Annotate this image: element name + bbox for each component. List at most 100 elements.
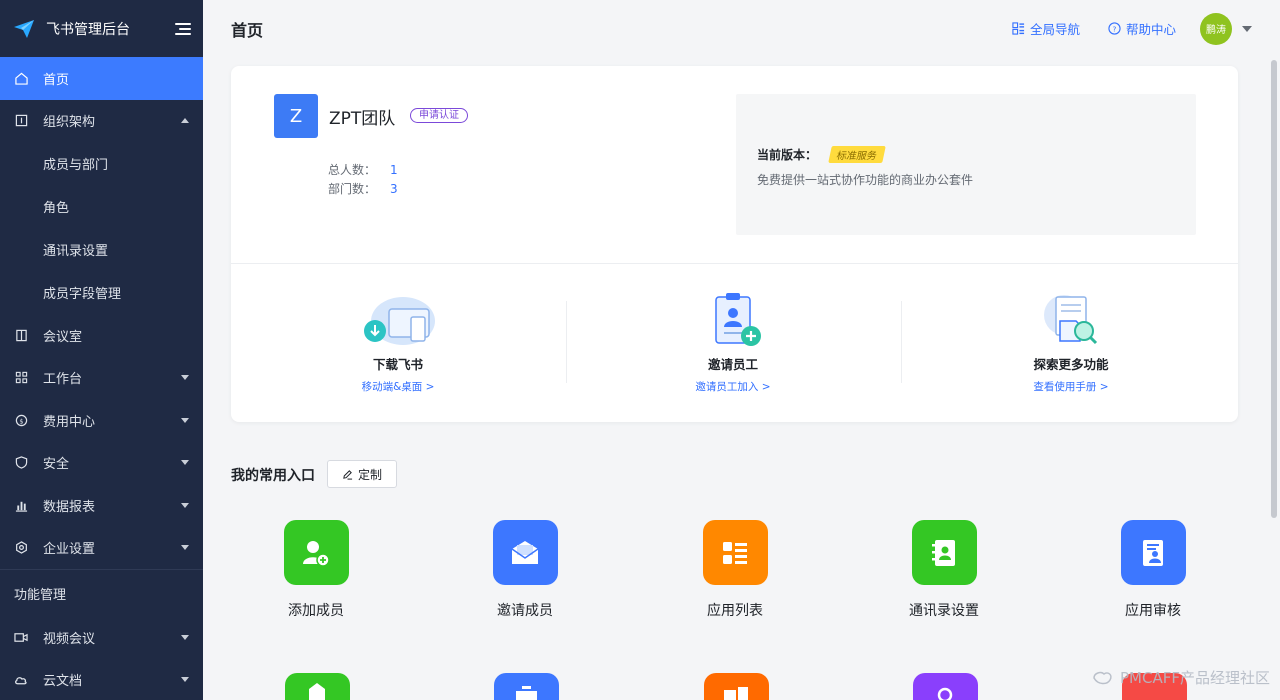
help-center-label: 帮助中心 [1125, 22, 1176, 37]
section-title: 我的常用入口 [231, 468, 315, 484]
page-title: 首页 [231, 20, 264, 40]
add-member-icon [283, 520, 349, 585]
version-panel: 当前版本： 标准服务 免费提供一站式协作功能的商业办公套件 [736, 94, 1196, 235]
cloud-icon [14, 673, 28, 687]
watermark: PMCAFF产品经理社区 [1092, 667, 1270, 688]
sidebar-item-org[interactable]: 组织架构 [0, 100, 203, 143]
chevron-down-icon [181, 375, 189, 381]
chevron-down-icon [181, 460, 189, 466]
shortcut-app-list[interactable]: 应用列表 [675, 520, 795, 620]
feature-download: 下载飞书 移动端&桌面 > [298, 291, 498, 394]
sidebar-item-reports[interactable]: 数据报表 [0, 484, 203, 527]
app-list-icon [702, 520, 768, 585]
sidebar-item-label: 工作台 [43, 372, 83, 388]
home-icon [14, 71, 28, 85]
sidebar-item-video-meeting[interactable]: 视频会议 [0, 616, 203, 659]
tag-icon [309, 683, 325, 700]
feature-separator [901, 301, 902, 383]
sidebar-item-cloud-docs[interactable]: 云文档 [0, 659, 203, 700]
sidebar-subitem-contacts-settings[interactable]: 通讯录设置 [0, 228, 203, 271]
chevron-down-icon [181, 634, 189, 640]
shortcut-label: 应用列表 [707, 603, 763, 619]
help-center-link[interactable]: ? 帮助中心 [1108, 19, 1176, 38]
shortcut-tile-partial[interactable] [913, 673, 978, 700]
global-nav-link[interactable]: 全局导航 [1012, 19, 1080, 38]
download-devices-icon [364, 297, 435, 345]
edit-icon [343, 469, 353, 480]
sidebar-subitem-roles[interactable]: 角色 [0, 185, 203, 228]
feature-title: 探索更多功能 [1033, 357, 1109, 372]
sidebar-item-label: 首页 [43, 72, 70, 88]
sidebar-item-security[interactable]: 安全 [0, 442, 203, 485]
door-icon [14, 328, 28, 342]
main-content: 首页 全局导航 ? 帮助中心 鹏涛 Z ZPT团队 申请认证 总人数： 1 部门数… [203, 0, 1280, 700]
watermark-text: PMCAFF产品经理社区 [1120, 669, 1270, 687]
app-review-icon [1120, 520, 1186, 585]
grid-icon [14, 371, 28, 385]
departments-stat: 部门数： 3 [328, 180, 398, 197]
pmcaff-logo-icon [1093, 671, 1112, 684]
svg-text:?: ? [1113, 24, 1117, 33]
chevron-down-icon [181, 545, 189, 551]
team-name: ZPT团队 [329, 109, 396, 129]
shortcut-tile-partial[interactable] [704, 673, 769, 700]
sidebar-item-label: 安全 [43, 457, 70, 473]
sidebar-item-label: 数据报表 [43, 499, 96, 515]
shortcut-invite-member[interactable]: 邀请成员 [465, 520, 585, 620]
invite-envelope-icon [492, 520, 558, 585]
help-icon: ? [1108, 22, 1121, 35]
shortcut-tile-partial[interactable] [285, 673, 350, 700]
global-nav-label: 全局导航 [1029, 22, 1080, 37]
explore-search-icon [1044, 295, 1098, 345]
sidebar-item-meeting-room[interactable]: 会议室 [0, 314, 203, 357]
chevron-down-icon [181, 677, 189, 683]
top-bar: 首页 全局导航 ? 帮助中心 鹏涛 [203, 0, 1280, 57]
sidebar-item-label: 组织架构 [43, 115, 96, 131]
sidebar-subitem-member-fields[interactable]: 成员字段管理 [0, 271, 203, 314]
shortcut-tile-partial[interactable] [494, 673, 559, 700]
team-avatar: Z [274, 94, 318, 138]
avatar[interactable]: 鹏涛 [1200, 12, 1232, 45]
sidebar-item-billing[interactable]: $ 费用中心 [0, 399, 203, 442]
cards-icon [724, 687, 748, 700]
shortcut-contacts-settings[interactable]: 通讯录设置 [884, 520, 1004, 620]
sidebar-item-home[interactable]: 首页 [0, 57, 203, 100]
shortcut-add-member[interactable]: 添加成员 [256, 520, 376, 620]
search-icon [937, 687, 953, 700]
org-icon [14, 114, 28, 128]
svg-text:$: $ [19, 417, 23, 425]
invite-employee-icon [715, 293, 761, 346]
feature-separator [566, 301, 567, 383]
customize-label: 定制 [357, 467, 382, 482]
chevron-down-icon [181, 502, 189, 508]
departments-value[interactable]: 3 [390, 182, 398, 196]
chevron-down-icon[interactable] [1242, 25, 1252, 32]
feature-title: 下载飞书 [372, 357, 423, 372]
feature-invite: 邀请员工 邀请员工加入 > [633, 291, 833, 394]
menu-collapse-icon[interactable] [175, 22, 191, 36]
chevron-up-icon [181, 118, 189, 124]
sidebar-header: 飞书管理后台 [0, 0, 203, 57]
sidebar-subitem-members[interactable]: 成员与部门 [0, 142, 203, 185]
shield-icon [14, 456, 28, 470]
sidebar-item-enterprise-settings[interactable]: 企业设置 [0, 527, 203, 570]
contacts-book-icon [911, 520, 977, 585]
sidebar: 飞书管理后台 首页 组织架构 成员与部门 角色 通讯录设置 成员字段管理 会议室… [0, 0, 203, 700]
download-link[interactable]: 移动端&桌面 > [298, 379, 498, 394]
coin-icon: $ [14, 413, 28, 427]
scrollbar[interactable] [1271, 60, 1277, 518]
app-grid-icon [1012, 22, 1025, 35]
manual-link[interactable]: 查看使用手册 > [971, 379, 1171, 394]
customize-button[interactable]: 定制 [327, 460, 397, 488]
settings-icon [14, 541, 28, 555]
total-members-value[interactable]: 1 [390, 163, 398, 177]
chevron-down-icon [181, 417, 189, 423]
invite-link[interactable]: 邀请员工加入 > [633, 379, 833, 394]
shortcut-label: 应用审核 [1125, 603, 1181, 619]
shortcut-app-review[interactable]: 应用审核 [1093, 520, 1213, 620]
apply-certification-tag[interactable]: 申请认证 [410, 108, 468, 123]
feature-title: 邀请员工 [707, 357, 758, 372]
sidebar-item-workbench[interactable]: 工作台 [0, 357, 203, 400]
clipboard-icon [516, 686, 537, 700]
feishu-logo-icon [14, 19, 34, 38]
